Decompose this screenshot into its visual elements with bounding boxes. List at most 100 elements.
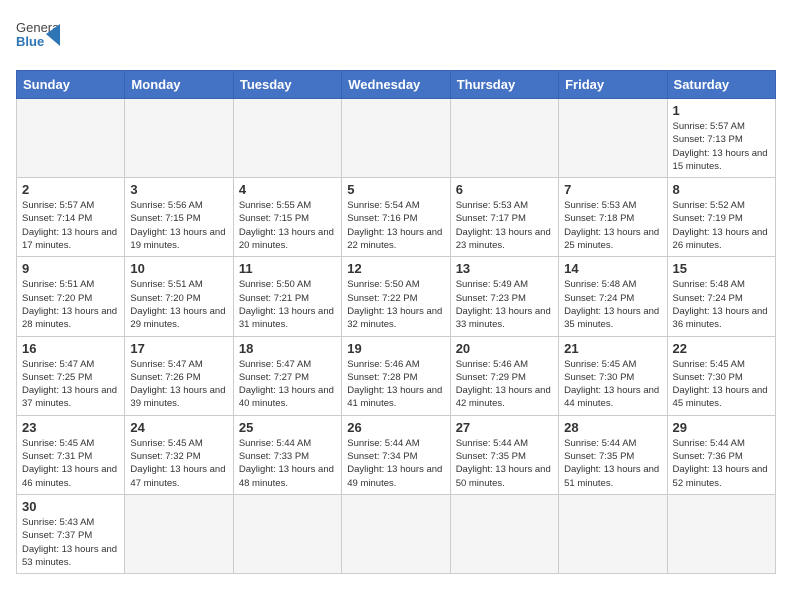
- day-number: 17: [130, 341, 227, 356]
- day-info: Sunrise: 5:53 AM Sunset: 7:17 PM Dayligh…: [456, 199, 553, 252]
- day-number: 14: [564, 261, 661, 276]
- day-info: Sunrise: 5:51 AM Sunset: 7:20 PM Dayligh…: [22, 278, 119, 331]
- day-info: Sunrise: 5:46 AM Sunset: 7:28 PM Dayligh…: [347, 358, 444, 411]
- day-number: 12: [347, 261, 444, 276]
- calendar-cell: 27 Sunrise: 5:44 AM Sunset: 7:35 PM Dayli…: [450, 415, 558, 494]
- calendar-cell: 9 Sunrise: 5:51 AM Sunset: 7:20 PM Daylig…: [17, 257, 125, 336]
- calendar-cell: 29Sunrise: 5:44 AM Sunset: 7:36 PM Dayli…: [667, 415, 775, 494]
- day-number: 24: [130, 420, 227, 435]
- calendar-cell: 17 Sunrise: 5:47 AM Sunset: 7:26 PM Dayli…: [125, 336, 233, 415]
- day-info: Sunrise: 5:45 AM Sunset: 7:31 PM Dayligh…: [22, 437, 119, 490]
- calendar-cell: 21 Sunrise: 5:45 AM Sunset: 7:30 PM Dayli…: [559, 336, 667, 415]
- day-number: 2: [22, 182, 119, 197]
- day-info: Sunrise: 5:47 AM Sunset: 7:25 PM Dayligh…: [22, 358, 119, 411]
- day-number: 28: [564, 420, 661, 435]
- calendar-week-row: 1Sunrise: 5:57 AM Sunset: 7:13 PM Daylig…: [17, 99, 776, 178]
- day-number: 18: [239, 341, 336, 356]
- day-info: Sunrise: 5:45 AM Sunset: 7:30 PM Dayligh…: [673, 358, 770, 411]
- calendar-week-row: 30 Sunrise: 5:43 AM Sunset: 7:37 PM Dayli…: [17, 494, 776, 573]
- day-number: 22: [673, 341, 770, 356]
- day-info: Sunrise: 5:57 AM Sunset: 7:13 PM Dayligh…: [673, 120, 770, 173]
- calendar-cell: 5 Sunrise: 5:54 AM Sunset: 7:16 PM Daylig…: [342, 178, 450, 257]
- day-number: 5: [347, 182, 444, 197]
- day-number: 10: [130, 261, 227, 276]
- calendar-cell: 11 Sunrise: 5:50 AM Sunset: 7:21 PM Dayli…: [233, 257, 341, 336]
- calendar-cell: [17, 99, 125, 178]
- day-info: Sunrise: 5:52 AM Sunset: 7:19 PM Dayligh…: [673, 199, 770, 252]
- calendar-week-row: 2Sunrise: 5:57 AM Sunset: 7:14 PM Daylig…: [17, 178, 776, 257]
- day-number: 9: [22, 261, 119, 276]
- day-number: 25: [239, 420, 336, 435]
- day-info: Sunrise: 5:53 AM Sunset: 7:18 PM Dayligh…: [564, 199, 661, 252]
- day-info: Sunrise: 5:48 AM Sunset: 7:24 PM Dayligh…: [564, 278, 661, 331]
- calendar: SundayMondayTuesdayWednesdayThursdayFrid…: [16, 70, 776, 574]
- day-header-monday: Monday: [125, 71, 233, 99]
- day-number: 30: [22, 499, 119, 514]
- calendar-cell: [667, 494, 775, 573]
- calendar-cell: 10 Sunrise: 5:51 AM Sunset: 7:20 PM Dayli…: [125, 257, 233, 336]
- calendar-cell: 3Sunrise: 5:56 AM Sunset: 7:15 PM Daylig…: [125, 178, 233, 257]
- calendar-cell: [450, 99, 558, 178]
- day-info: Sunrise: 5:51 AM Sunset: 7:20 PM Dayligh…: [130, 278, 227, 331]
- calendar-cell: 12 Sunrise: 5:50 AM Sunset: 7:22 PM Dayli…: [342, 257, 450, 336]
- day-number: 23: [22, 420, 119, 435]
- calendar-cell: 13 Sunrise: 5:49 AM Sunset: 7:23 PM Dayli…: [450, 257, 558, 336]
- calendar-cell: [450, 494, 558, 573]
- day-info: Sunrise: 5:44 AM Sunset: 7:34 PM Dayligh…: [347, 437, 444, 490]
- day-info: Sunrise: 5:44 AM Sunset: 7:36 PM Dayligh…: [673, 437, 770, 490]
- day-number: 16: [22, 341, 119, 356]
- calendar-cell: [559, 494, 667, 573]
- day-number: 13: [456, 261, 553, 276]
- day-number: 11: [239, 261, 336, 276]
- day-number: 6: [456, 182, 553, 197]
- logo-icon: General Blue: [16, 16, 60, 60]
- day-number: 15: [673, 261, 770, 276]
- day-number: 27: [456, 420, 553, 435]
- day-info: Sunrise: 5:44 AM Sunset: 7:33 PM Dayligh…: [239, 437, 336, 490]
- calendar-cell: 20Sunrise: 5:46 AM Sunset: 7:29 PM Dayli…: [450, 336, 558, 415]
- day-info: Sunrise: 5:49 AM Sunset: 7:23 PM Dayligh…: [456, 278, 553, 331]
- svg-text:Blue: Blue: [16, 34, 44, 49]
- calendar-cell: 25 Sunrise: 5:44 AM Sunset: 7:33 PM Dayli…: [233, 415, 341, 494]
- day-header-tuesday: Tuesday: [233, 71, 341, 99]
- page-header: General Blue: [16, 16, 776, 60]
- calendar-cell: 16 Sunrise: 5:47 AM Sunset: 7:25 PM Dayli…: [17, 336, 125, 415]
- calendar-cell: 28 Sunrise: 5:44 AM Sunset: 7:35 PM Dayli…: [559, 415, 667, 494]
- day-number: 26: [347, 420, 444, 435]
- day-header-thursday: Thursday: [450, 71, 558, 99]
- day-info: Sunrise: 5:54 AM Sunset: 7:16 PM Dayligh…: [347, 199, 444, 252]
- day-info: Sunrise: 5:50 AM Sunset: 7:22 PM Dayligh…: [347, 278, 444, 331]
- calendar-cell: 2Sunrise: 5:57 AM Sunset: 7:14 PM Daylig…: [17, 178, 125, 257]
- calendar-cell: 4 Sunrise: 5:55 AM Sunset: 7:15 PM Daylig…: [233, 178, 341, 257]
- day-header-friday: Friday: [559, 71, 667, 99]
- calendar-cell: 8Sunrise: 5:52 AM Sunset: 7:19 PM Daylig…: [667, 178, 775, 257]
- calendar-cell: 26 Sunrise: 5:44 AM Sunset: 7:34 PM Dayli…: [342, 415, 450, 494]
- day-header-wednesday: Wednesday: [342, 71, 450, 99]
- calendar-cell: 23 Sunrise: 5:45 AM Sunset: 7:31 PM Dayli…: [17, 415, 125, 494]
- day-number: 20: [456, 341, 553, 356]
- day-info: Sunrise: 5:43 AM Sunset: 7:37 PM Dayligh…: [22, 516, 119, 569]
- day-number: 19: [347, 341, 444, 356]
- calendar-week-row: 23 Sunrise: 5:45 AM Sunset: 7:31 PM Dayli…: [17, 415, 776, 494]
- day-info: Sunrise: 5:55 AM Sunset: 7:15 PM Dayligh…: [239, 199, 336, 252]
- day-header-saturday: Saturday: [667, 71, 775, 99]
- calendar-cell: [125, 99, 233, 178]
- calendar-cell: 30 Sunrise: 5:43 AM Sunset: 7:37 PM Dayli…: [17, 494, 125, 573]
- day-number: 21: [564, 341, 661, 356]
- day-info: Sunrise: 5:50 AM Sunset: 7:21 PM Dayligh…: [239, 278, 336, 331]
- day-number: 3: [130, 182, 227, 197]
- day-number: 4: [239, 182, 336, 197]
- day-info: Sunrise: 5:45 AM Sunset: 7:30 PM Dayligh…: [564, 358, 661, 411]
- calendar-cell: 7Sunrise: 5:53 AM Sunset: 7:18 PM Daylig…: [559, 178, 667, 257]
- day-info: Sunrise: 5:47 AM Sunset: 7:27 PM Dayligh…: [239, 358, 336, 411]
- calendar-cell: 24Sunrise: 5:45 AM Sunset: 7:32 PM Dayli…: [125, 415, 233, 494]
- calendar-cell: [125, 494, 233, 573]
- day-info: Sunrise: 5:44 AM Sunset: 7:35 PM Dayligh…: [564, 437, 661, 490]
- day-info: Sunrise: 5:47 AM Sunset: 7:26 PM Dayligh…: [130, 358, 227, 411]
- day-info: Sunrise: 5:44 AM Sunset: 7:35 PM Dayligh…: [456, 437, 553, 490]
- calendar-cell: 6 Sunrise: 5:53 AM Sunset: 7:17 PM Daylig…: [450, 178, 558, 257]
- calendar-header-row: SundayMondayTuesdayWednesdayThursdayFrid…: [17, 71, 776, 99]
- day-info: Sunrise: 5:48 AM Sunset: 7:24 PM Dayligh…: [673, 278, 770, 331]
- calendar-cell: 14 Sunrise: 5:48 AM Sunset: 7:24 PM Dayli…: [559, 257, 667, 336]
- logo: General Blue: [16, 16, 60, 60]
